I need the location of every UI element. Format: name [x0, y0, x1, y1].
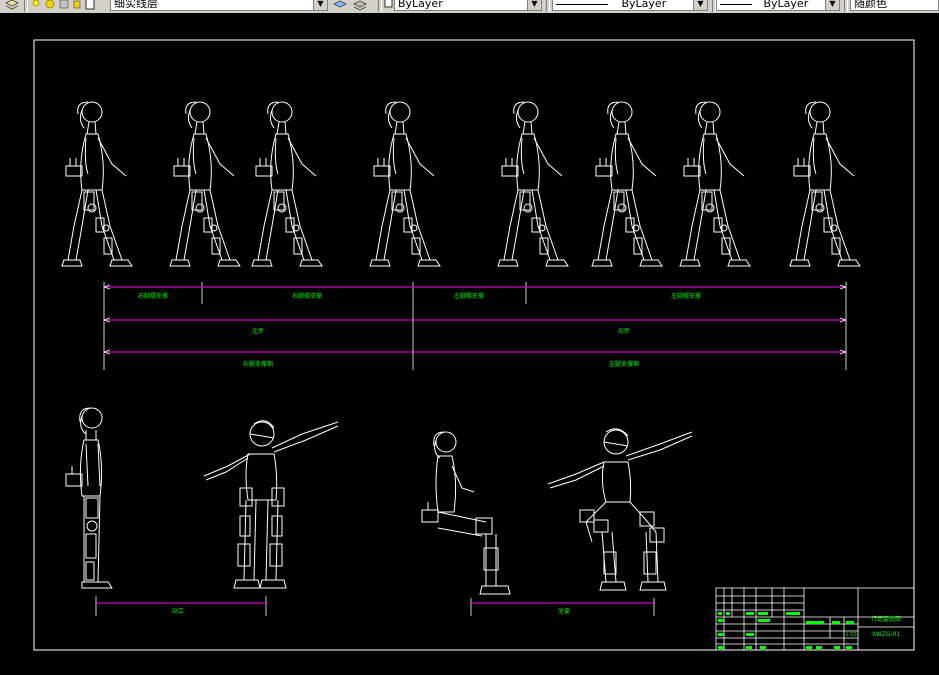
color-value: ByLayer	[398, 0, 443, 10]
linetype-dropdown[interactable]: ByLayer ▼	[552, 0, 708, 11]
dim-label: 右脚摆支撑	[292, 292, 322, 300]
lineweight-value: ByLayer	[763, 0, 809, 10]
layer-previous-icon[interactable]	[352, 0, 368, 12]
layer-dropdown[interactable]: 细实线层 ▼	[110, 0, 328, 11]
dim-label: 左腿支撑期	[609, 360, 639, 368]
dim-label: 左脚摆支撑	[671, 292, 701, 300]
chevron-down-icon[interactable]: ▼	[693, 0, 707, 10]
gait-sequence	[61, 101, 861, 267]
layer-state-icons[interactable]	[30, 0, 108, 12]
gait-figure	[169, 101, 241, 267]
dim-label: 右腿支撑期	[243, 360, 273, 368]
gait-figure	[61, 101, 133, 267]
make-layer-current-icon[interactable]	[332, 0, 348, 12]
gait-figure	[251, 101, 323, 267]
dim-label: 坐姿	[558, 607, 570, 615]
title-block-text: 行走姿态图 XWZG-01 1:10	[718, 612, 901, 649]
color-dropdown[interactable]: ByLayer ▼	[394, 0, 542, 11]
chevron-down-icon[interactable]: ▼	[527, 0, 541, 10]
lineweight-sample	[720, 3, 752, 5]
layer-name: 细实线层	[114, 0, 158, 10]
gait-figure	[497, 101, 569, 267]
standing-tpose-figure	[203, 420, 339, 589]
gait-figure	[679, 101, 751, 267]
dim-label: 左步	[252, 327, 264, 335]
dim-label: 左脚摆支撑	[454, 292, 484, 300]
lineweight-dropdown[interactable]: ByLayer ▼	[716, 0, 840, 11]
layer-manager-icon[interactable]	[4, 0, 20, 12]
plotstyle-value: 随颜色	[854, 0, 887, 10]
gait-figure	[369, 101, 441, 267]
linetype-sample	[556, 3, 608, 5]
gait-dimensions: 右脚摆支撑 右脚摆支撑 左脚摆支撑 左脚摆支撑 左步 右步 右腿支撑期 左腿支撑…	[103, 282, 847, 370]
posture-dimensions: 站立 坐姿	[95, 596, 655, 616]
drawing-svg[interactable]: 右脚摆支撑 右脚摆支撑 左脚摆支撑 左脚摆支撑 左步 右步 右腿支撑期 左腿支撑…	[0, 13, 939, 675]
gait-figure	[591, 101, 663, 267]
chevron-down-icon[interactable]: ▼	[825, 0, 839, 10]
dim-label: 右步	[618, 327, 630, 335]
gait-figure	[789, 101, 861, 267]
standing-side-figure	[65, 407, 113, 589]
drawing-code: XWZG-01	[872, 631, 901, 638]
linetype-value: ByLayer	[621, 0, 667, 10]
chevron-down-icon[interactable]: ▼	[313, 0, 327, 10]
seated-side-figure	[421, 431, 511, 595]
plotstyle-dropdown[interactable]: 随颜色	[850, 0, 939, 11]
properties-toolbar: 细实线层 ▼ ByLayer ▼ ByLayer ▼ ByLayer ▼ 随颜色	[0, 0, 939, 13]
seated-tpose-figure	[547, 428, 693, 591]
color-swatch-icon	[384, 0, 394, 12]
drawing-canvas[interactable]: 右脚摆支撑 右脚摆支撑 左脚摆支撑 左脚摆支撑 左步 右步 右腿支撑期 左腿支撑…	[0, 13, 939, 675]
drawing-title: 行走姿态图	[871, 615, 901, 623]
posture-views	[65, 407, 693, 595]
dim-label: 右脚摆支撑	[138, 292, 168, 300]
drawing-border-outer	[33, 39, 915, 651]
dim-label: 站立	[172, 607, 184, 615]
drawing-scale: 1:10	[845, 632, 856, 638]
